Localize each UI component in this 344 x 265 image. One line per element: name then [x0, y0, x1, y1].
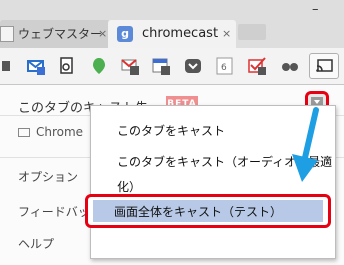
- tab-chromecast[interactable]: g chromecast ×: [108, 20, 236, 48]
- extension-icon[interactable]: [0, 57, 18, 75]
- reader-icon[interactable]: [281, 57, 299, 75]
- svg-text:6: 6: [221, 63, 227, 73]
- tab-strip: ウェブマスター × g chromecast × –: [0, 0, 344, 48]
- docs-icon[interactable]: [58, 57, 76, 75]
- todo-icon[interactable]: [248, 57, 266, 75]
- pin-icon[interactable]: [90, 57, 108, 75]
- monitor-icon: [18, 128, 30, 137]
- menu-item-cast-tab[interactable]: このタブをキャスト: [117, 122, 225, 139]
- device-name: Chrome: [36, 125, 84, 139]
- extensions-toolbar: 6: [0, 48, 344, 85]
- menu-item-label: 画面全体をキャスト（テスト）: [114, 205, 283, 219]
- page-favicon-icon: [0, 26, 14, 42]
- pocket-icon[interactable]: [184, 57, 202, 75]
- tab-label: ウェブマスター: [18, 27, 103, 41]
- cast-button[interactable]: [309, 53, 339, 79]
- new-tab-button[interactable]: [238, 24, 266, 40]
- menu-item-cast-desktop[interactable]: 画面全体をキャスト（テスト）: [85, 194, 331, 228]
- annotation-arrow-icon: [292, 107, 319, 182]
- google-favicon-icon: g: [117, 26, 133, 42]
- options-link[interactable]: オプション: [18, 168, 78, 185]
- gmail-icon[interactable]: [121, 57, 139, 75]
- mail-icon[interactable]: [27, 57, 45, 75]
- chevron-down-icon: [314, 100, 320, 104]
- close-tab-icon[interactable]: ×: [222, 20, 231, 48]
- device-row[interactable]: Chrome: [18, 125, 83, 139]
- calendar-icon[interactable]: [152, 57, 170, 75]
- google-plus-icon[interactable]: 6: [216, 57, 234, 75]
- tab-webmaster[interactable]: ウェブマスター ×: [0, 20, 110, 48]
- cast-icon: [316, 59, 333, 72]
- minimize-button[interactable]: –: [312, 2, 319, 17]
- tab-label: chromecast: [142, 26, 219, 41]
- help-link[interactable]: ヘルプ: [18, 235, 54, 252]
- menu-item-cast-tab-audio-cont[interactable]: 化）: [117, 178, 141, 195]
- close-tab-icon[interactable]: ×: [98, 20, 107, 48]
- feedback-link[interactable]: フィードバッ: [18, 203, 90, 220]
